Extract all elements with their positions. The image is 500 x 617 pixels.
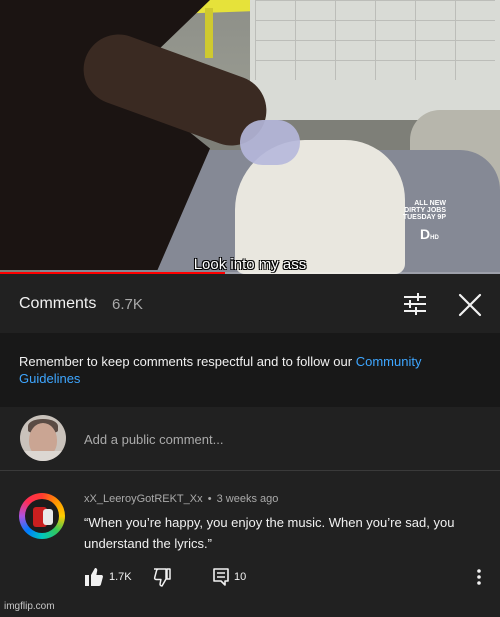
comments-count: 6.7K — [112, 296, 143, 313]
comment-more-button[interactable] — [472, 567, 486, 587]
dislike-button[interactable] — [152, 567, 172, 587]
sort-comments-button[interactable] — [400, 290, 430, 318]
watermark: imgflip.com — [4, 601, 55, 612]
thumbs-up-icon — [85, 568, 103, 586]
add-comment-row: Add a public comment... — [0, 407, 500, 471]
commenter-avatar[interactable] — [19, 493, 65, 539]
video-caption: Look into my ass — [193, 256, 307, 273]
comment-time: 3 weeks ago — [216, 493, 279, 505]
video-frame-grid — [255, 0, 495, 80]
comments-title: Comments — [19, 295, 97, 312]
comments-header: Comments 6.7K — [0, 276, 500, 333]
comment-item: xX_LeeroyGotREKT_Xx • 3 weeks ago “When … — [0, 472, 500, 617]
like-button[interactable] — [84, 567, 104, 587]
thumbs-down-icon — [153, 568, 171, 587]
comment-actions: 1.7K 10 — [84, 567, 494, 589]
video-frame-railing-post — [205, 8, 213, 58]
close-icon — [458, 293, 482, 317]
video-frame-glove — [240, 120, 300, 165]
comment-text: “When you’re happy, you enjoy the music.… — [84, 515, 455, 551]
comment-author[interactable]: xX_LeeroyGotREKT_Xx — [84, 493, 203, 505]
like-count: 1.7K — [109, 571, 132, 583]
avatar — [20, 415, 66, 461]
community-guidelines-notice: Remember to keep comments respectful and… — [0, 333, 500, 407]
comment-meta: xX_LeeroyGotREKT_Xx • 3 weeks ago — [84, 493, 278, 505]
meta-separator: • — [207, 493, 212, 505]
close-comments-button[interactable] — [455, 290, 485, 320]
hd-badge: DHD — [420, 226, 439, 242]
video-progress-fill — [0, 272, 225, 274]
channel-logo: ALL NEW DIRTY JOBS TUESDAY 9P — [402, 200, 446, 221]
video-progress-bar[interactable] — [0, 272, 500, 274]
sliders-icon — [404, 293, 426, 315]
reply-count: 10 — [234, 571, 247, 583]
more-vert-icon — [477, 569, 481, 585]
video-player[interactable]: ALL NEW DIRTY JOBS TUESDAY 9P DHD Look i… — [0, 0, 500, 274]
reply-button[interactable] — [212, 567, 230, 587]
reply-icon — [213, 568, 229, 586]
guidelines-text: Remember to keep comments respectful and… — [19, 354, 356, 369]
add-comment-input[interactable]: Add a public comment... — [84, 432, 223, 447]
